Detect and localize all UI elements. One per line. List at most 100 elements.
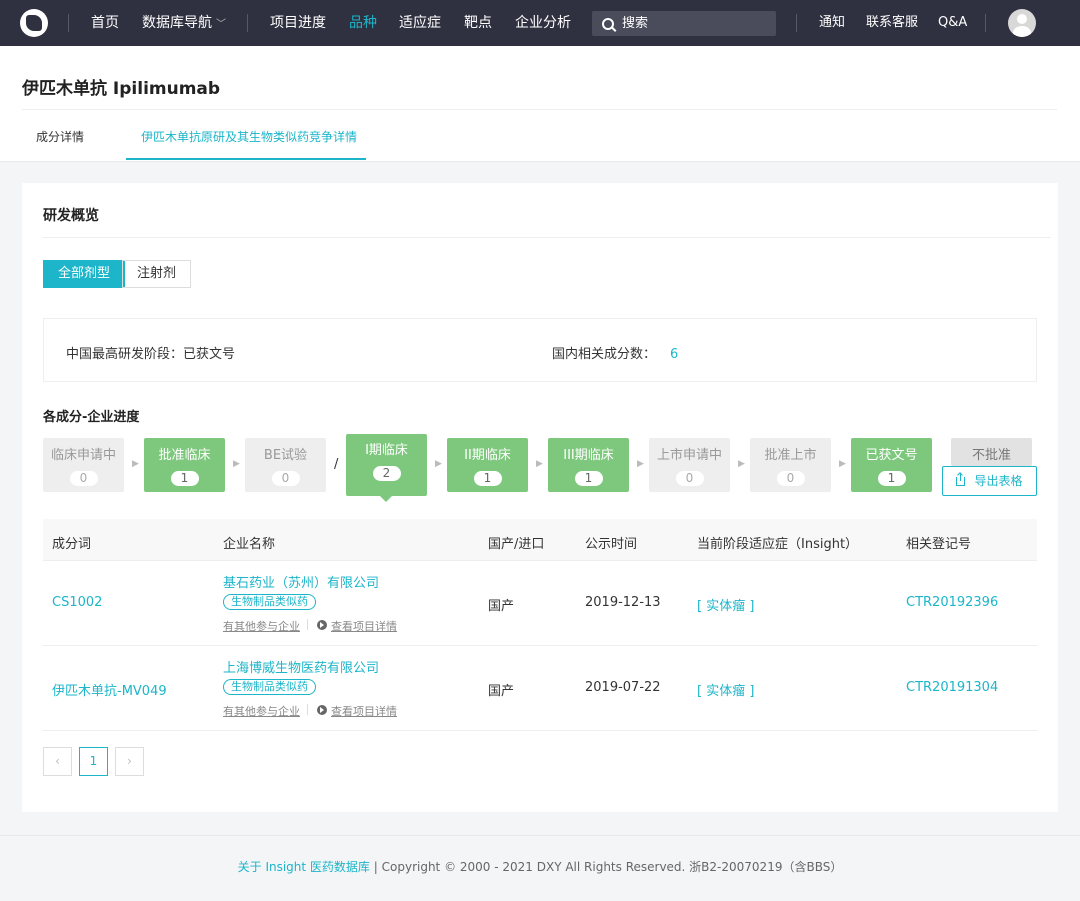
divider <box>0 161 1080 162</box>
category-tag: 生物制品类似药 <box>223 594 316 610</box>
stage-label: 临床申请中 <box>50 448 116 463</box>
column-header: 成分词 <box>52 537 92 552</box>
stage-label: 批准临床 <box>158 448 211 463</box>
arrow-right-icon: ▶ <box>132 459 139 469</box>
avatar[interactable] <box>1008 9 1036 37</box>
related-count-label: 国内相关成分数： <box>552 347 657 362</box>
stage-clinical-application[interactable]: 临床申请中 0 <box>43 438 124 492</box>
table-row: 伊匹木单抗-MV049 上海博威生物医药有限公司 生物制品类似药 有其他参与企业… <box>43 646 1037 731</box>
qa-link[interactable]: Q&A <box>938 0 967 46</box>
stage-count: 1 <box>170 471 199 486</box>
arrow-right-icon: ▶ <box>435 459 442 469</box>
date-cell: 2019-07-22 <box>585 680 661 695</box>
nav-item-database[interactable]: 数据库导航 ﹀ <box>142 0 226 46</box>
stage-count: 0 <box>271 471 300 486</box>
export-label: 导出表格 <box>974 474 1023 488</box>
company-link[interactable]: 上海博威生物医药有限公司 <box>223 657 379 676</box>
arrow-right-icon: ▶ <box>233 459 240 469</box>
about-link[interactable]: 关于 Insight 医药数据库 <box>238 860 370 874</box>
chevron-down-icon: ﹀ <box>216 19 226 30</box>
column-header: 当前阶段适应症（Insight） <box>697 537 859 552</box>
play-circle-icon <box>317 705 327 715</box>
other-companies-link[interactable]: 有其他参与企业 <box>223 703 300 719</box>
divider <box>0 835 1080 836</box>
search-box[interactable] <box>592 11 776 36</box>
stage-marketing-approved[interactable]: 批准上市 0 <box>750 438 831 492</box>
play-circle-icon <box>317 620 327 630</box>
logo[interactable] <box>20 9 48 37</box>
origin-cell: 国产 <box>488 684 515 699</box>
registration-link[interactable]: CTR20191304 <box>906 680 998 695</box>
nav-divider <box>796 14 797 32</box>
divider <box>43 237 1051 238</box>
stage-label: III期临床 <box>563 448 614 463</box>
stage-label: BE试验 <box>263 448 308 463</box>
related-count-value[interactable]: 6 <box>670 347 678 362</box>
stage-count: 0 <box>675 471 704 486</box>
notify-link[interactable]: 通知 <box>819 0 845 46</box>
pagination-next-button[interactable]: › <box>115 747 144 776</box>
search-input[interactable] <box>622 16 762 31</box>
indication-link[interactable]: [ 实体瘤 ] <box>697 680 754 699</box>
table-row: CS1002 基石药业（苏州）有限公司 生物制品类似药 有其他参与企业 查看项目… <box>43 561 1037 646</box>
stats-box: 中国最高研发阶段：已获文号 国内相关成分数： 6 <box>43 318 1037 382</box>
nav-divider <box>247 14 248 32</box>
stage-phase-1[interactable]: I期临床 2 <box>346 434 427 502</box>
separator: / <box>334 457 339 472</box>
copyright-text: | Copyright © 2000 - 2021 DXY All Rights… <box>373 860 843 874</box>
stage-label: II期临床 <box>464 448 511 463</box>
stage-clinical-approved[interactable]: 批准临床 1 <box>144 438 225 492</box>
related-count: 国内相关成分数： 6 <box>552 343 678 362</box>
nav-item-home[interactable]: 首页 <box>91 0 119 46</box>
pagination-page-1[interactable]: 1 <box>79 747 108 776</box>
pagination-prev-button[interactable]: ‹ <box>43 747 72 776</box>
footer: 关于 Insight 医药数据库 | Copyright © 2000 - 20… <box>0 858 1080 875</box>
column-header: 相关登记号 <box>906 537 972 552</box>
ingredient-link[interactable]: 伊匹木单抗-MV049 <box>52 680 167 699</box>
indication-link[interactable]: [ 实体瘤 ] <box>697 595 754 614</box>
stage-count: 1 <box>473 471 502 486</box>
stage-count: 1 <box>574 471 603 486</box>
arrow-right-icon: ▶ <box>839 459 846 469</box>
stage-be-trial[interactable]: BE试验 0 <box>245 438 326 492</box>
stage-count: 2 <box>372 466 401 481</box>
registration-link[interactable]: CTR20192396 <box>906 595 998 610</box>
nav-item-target[interactable]: 靶点 <box>464 0 492 46</box>
segment-all-dosage[interactable]: 全部剂型 <box>43 260 126 288</box>
project-detail-link[interactable]: 查看项目详情 <box>331 618 397 634</box>
date-cell: 2019-12-13 <box>585 595 661 610</box>
column-header: 国产/进口 <box>488 537 545 552</box>
company-link[interactable]: 基石药业（苏州）有限公司 <box>223 572 379 591</box>
ingredient-link[interactable]: CS1002 <box>52 595 102 610</box>
stage-count: 1 <box>877 471 906 486</box>
divider <box>307 704 308 715</box>
nav-item-indication[interactable]: 适应症 <box>399 0 441 46</box>
stage-marketing-application[interactable]: 上市申请中 0 <box>649 438 730 492</box>
customer-service-link[interactable]: 联系客服 <box>866 0 918 46</box>
export-table-button[interactable]: 导出表格 <box>942 466 1037 496</box>
stage-phase-3[interactable]: III期临床 1 <box>548 438 629 492</box>
divider <box>22 109 1057 110</box>
highest-stage-label: 中国最高研发阶段：已获文号 <box>66 347 236 362</box>
logo-icon <box>26 15 42 31</box>
nav-item-variety[interactable]: 品种 <box>349 0 377 46</box>
tab-competition-detail[interactable]: 伊匹木单抗原研及其生物类似药竞争详情 <box>141 128 357 145</box>
nav-item-progress[interactable]: 项目进度 <box>270 0 326 46</box>
search-icon <box>602 17 614 30</box>
top-nav: 首页 数据库导航 ﹀ 项目进度 品种 适应症 靶点 企业分析 通知 联系客服 Q&… <box>0 0 1080 46</box>
stage-phase-2[interactable]: II期临床 1 <box>447 438 528 492</box>
overview-card: 研发概览 全部剂型 注射剂 中国最高研发阶段：已获文号 国内相关成分数： 6 各成… <box>22 183 1058 812</box>
origin-cell: 国产 <box>488 599 515 614</box>
arrow-right-icon: ▶ <box>536 459 543 469</box>
tab-ingredient-detail[interactable]: 成分详情 <box>36 128 84 145</box>
project-detail-link[interactable]: 查看项目详情 <box>331 703 397 719</box>
arrow-right-icon: ▶ <box>637 459 644 469</box>
stage-rejected[interactable]: 不批准 <box>951 438 1032 466</box>
segment-injection[interactable]: 注射剂 <box>122 260 192 288</box>
section-title: 研发概览 <box>43 208 99 224</box>
nav-item-database-label: 数据库导航 <box>142 15 212 31</box>
arrow-right-icon: ▶ <box>738 459 745 469</box>
stage-license-obtained[interactable]: 已获文号 1 <box>851 438 932 492</box>
other-companies-link[interactable]: 有其他参与企业 <box>223 618 300 634</box>
nav-item-company-analysis[interactable]: 企业分析 <box>515 0 571 46</box>
